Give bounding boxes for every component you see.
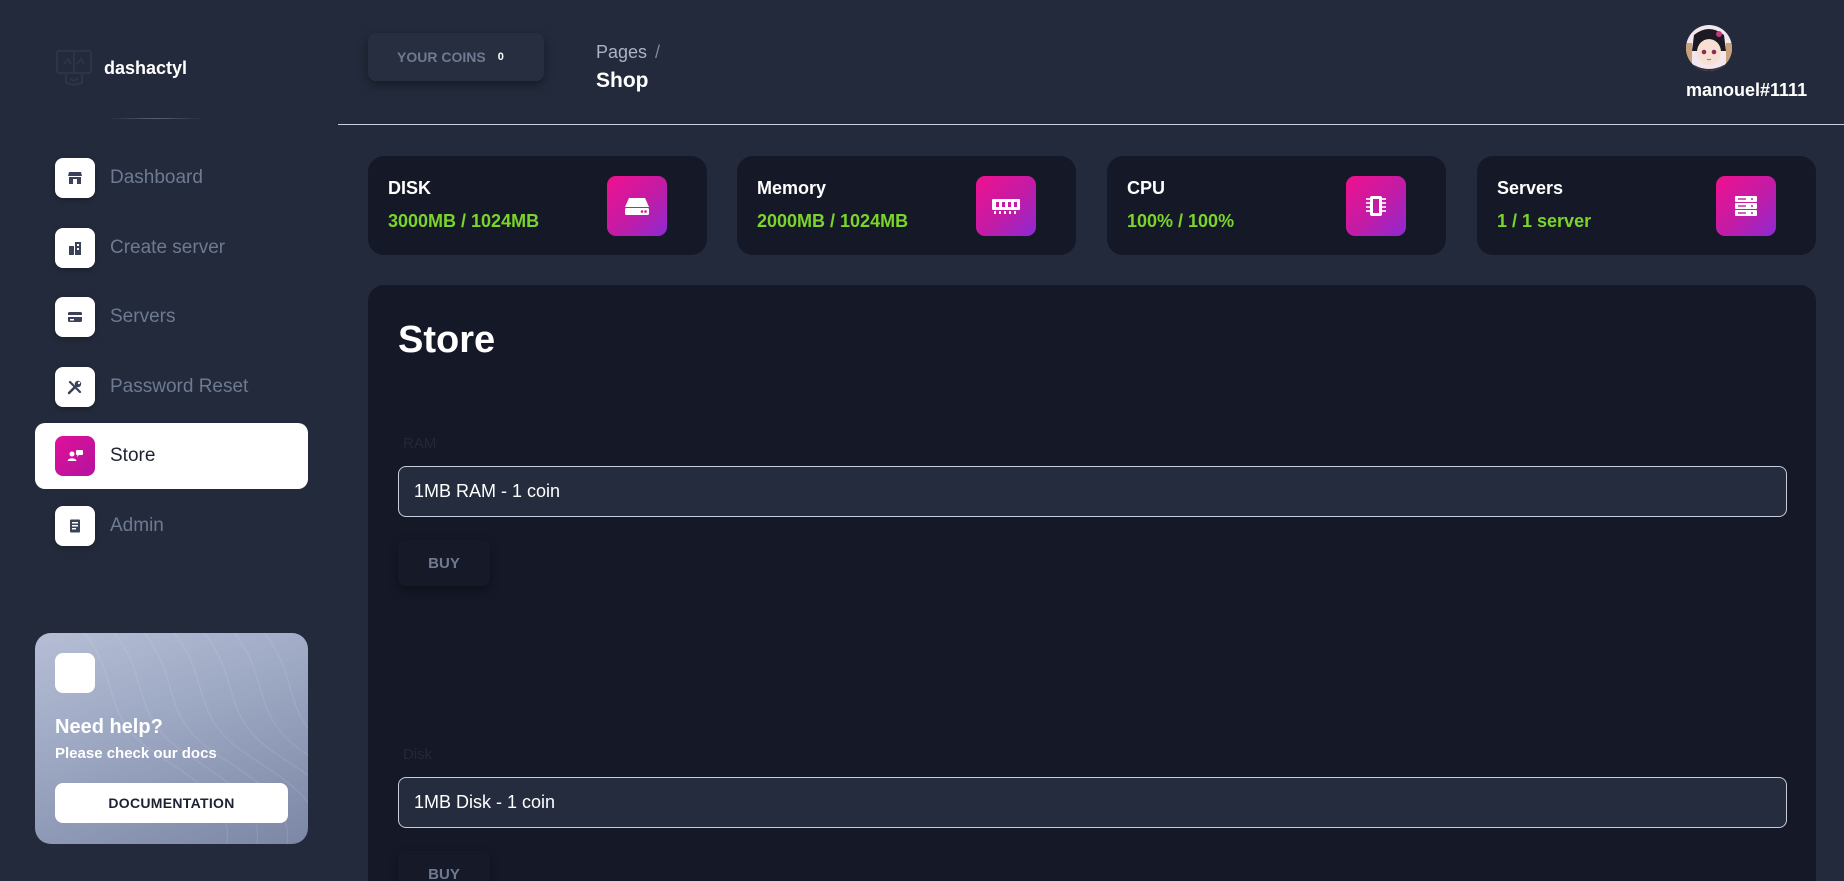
sidebar-item-label: Create server (110, 236, 226, 258)
sidebar-nav: Dashboard Create server Servers Password… (35, 145, 308, 562)
credit-card-icon (55, 297, 95, 337)
sidebar-item-create-server[interactable]: Create server (35, 215, 308, 281)
building-icon (55, 227, 95, 268)
document-icon (55, 505, 95, 546)
brand[interactable]: dashactyl (56, 50, 188, 87)
sidebar-item-admin[interactable]: Admin (35, 493, 308, 559)
top-header (338, 0, 1844, 125)
help-title: Need help? (55, 716, 163, 738)
brand-divider (106, 118, 206, 119)
coins-value: 0 (497, 51, 504, 63)
brand-logo-icon (56, 50, 92, 87)
stat-title: Servers (1497, 178, 1564, 198)
stat-value: 1 / 1 server (1497, 211, 1592, 231)
stat-title: CPU (1127, 178, 1166, 198)
stat-value: 2000MB / 1024MB (757, 211, 909, 231)
coins-badge[interactable]: YOUR COINS 0 (368, 33, 544, 81)
username[interactable]: manouel#1111 (1686, 80, 1807, 101)
breadcrumb-parent[interactable]: Pages (596, 42, 647, 62)
help-card: Need help? Please check our docs DOCUMEN… (35, 633, 308, 844)
sidebar-item-label: Admin (110, 514, 164, 536)
stat-card-servers: Servers 1 / 1 server (1477, 156, 1816, 255)
breadcrumb-separator: / (655, 42, 661, 62)
stat-value: 3000MB / 1024MB (388, 211, 540, 231)
memory-icon (976, 176, 1036, 236)
disk-select[interactable]: 1MB Disk - 1 coin (398, 777, 1787, 828)
buy-disk-button[interactable]: BUY (398, 851, 490, 881)
user-chat-icon (55, 436, 95, 476)
stat-value: 100% / 100% (1127, 211, 1235, 231)
help-icon (55, 653, 95, 693)
stat-title: DISK (388, 178, 432, 198)
tools-icon (55, 366, 95, 407)
sidebar: dashactyl Dashboard Create server Server… (0, 0, 338, 881)
sidebar-item-dashboard[interactable]: Dashboard (35, 145, 308, 211)
documentation-button[interactable]: DOCUMENTATION (55, 783, 288, 823)
sidebar-item-servers[interactable]: Servers (35, 284, 308, 350)
hard-drive-icon (607, 176, 667, 236)
sidebar-item-label: Password Reset (110, 375, 249, 397)
disk-label: Disk (403, 746, 433, 763)
buy-ram-button[interactable]: BUY (398, 540, 490, 586)
ram-select[interactable]: 1MB RAM - 1 coin (398, 466, 1787, 517)
help-subtitle: Please check our docs (55, 745, 217, 762)
breadcrumb: Pages / (596, 42, 660, 63)
store-panel: Store RAM 1MB RAM - 1 coin BUY Disk 1MB … (368, 285, 1816, 881)
ram-label: RAM (403, 435, 437, 452)
sidebar-item-label: Store (110, 445, 156, 466)
stat-card-disk: DISK 3000MB / 1024MB (368, 156, 707, 255)
sidebar-item-label: Dashboard (110, 167, 203, 188)
sidebar-item-password-reset[interactable]: Password Reset (35, 354, 308, 420)
stat-card-memory: Memory 2000MB / 1024MB (737, 156, 1076, 255)
header-divider (338, 124, 1844, 125)
cpu-icon (1346, 176, 1406, 236)
page-title: Shop (596, 69, 649, 92)
shop-icon (55, 158, 95, 198)
coins-label: YOUR COINS (397, 49, 486, 65)
sidebar-item-store[interactable]: Store (35, 423, 308, 489)
server-icon (1716, 176, 1776, 236)
avatar[interactable] (1686, 25, 1732, 71)
sidebar-item-label: Servers (110, 306, 176, 327)
stat-title: Memory (757, 178, 827, 198)
stat-card-cpu: CPU 100% / 100% (1107, 156, 1446, 255)
brand-name: dashactyl (104, 57, 188, 78)
store-title: Store (398, 319, 496, 361)
